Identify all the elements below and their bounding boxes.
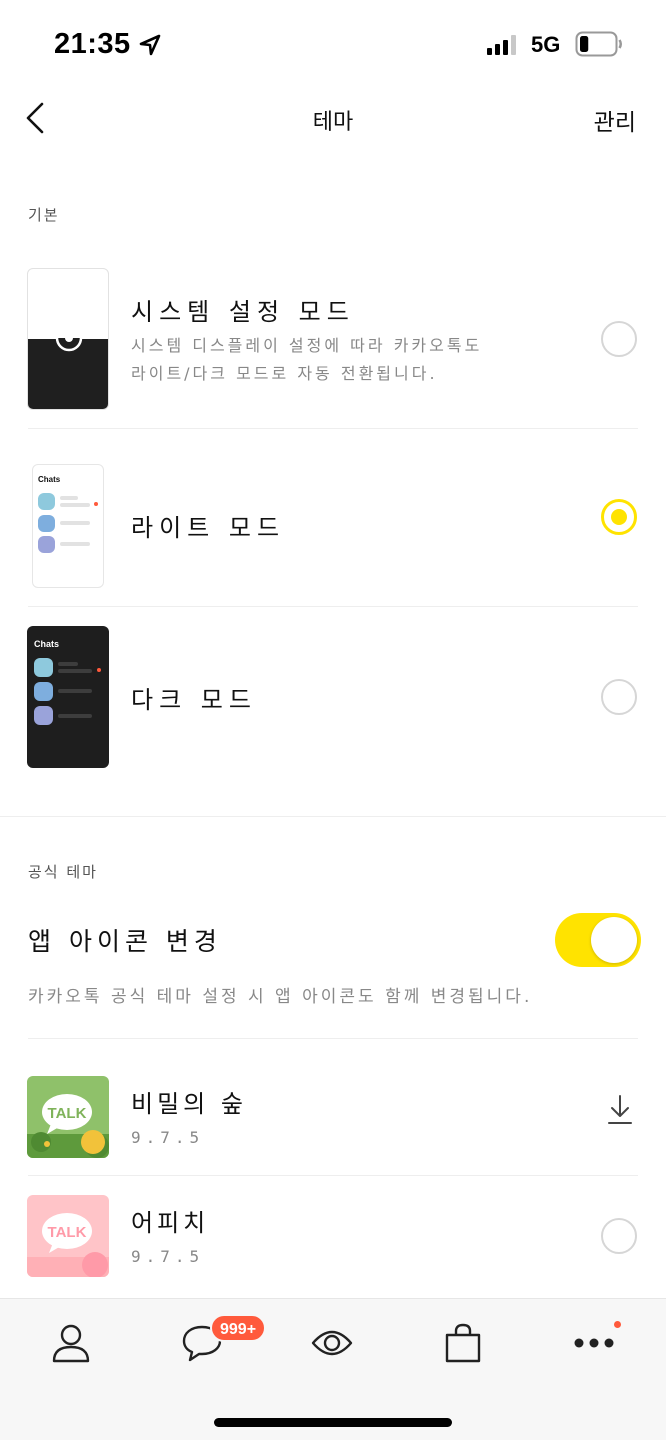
divider <box>28 1175 638 1176</box>
secret-forest-theme-thumbnail: TALK <box>27 1076 109 1158</box>
friends-tab-icon[interactable] <box>49 1321 93 1365</box>
app-icon-toggle-description: 카카오톡 공식 테마 설정 시 앱 아이콘도 함께 변경됩니다. <box>28 987 533 1007</box>
nav-bar: 테마 관리 <box>0 90 666 150</box>
radio-button-selected[interactable] <box>601 499 637 535</box>
tab-bar: 999+ <box>0 1298 666 1440</box>
theme-row-secret-forest[interactable]: TALK 비밀의 숲 9.7.5 <box>0 1076 666 1158</box>
page-title: 테마 <box>312 110 354 135</box>
location-arrow-icon <box>139 34 161 56</box>
status-bar: 21:35 5G <box>0 0 666 90</box>
mode-row-system[interactable]: 시스템 설정 모드 시스템 디스플레이 설정에 따라 카카오톡도 라이트/다크 … <box>0 268 666 428</box>
signal-icon <box>487 35 516 55</box>
radio-button[interactable] <box>601 679 637 715</box>
theme-version: 9.7.5 <box>131 1247 205 1266</box>
half-circle-icon <box>55 324 83 352</box>
mode-description-line-2: 라이트/다크 모드로 자동 전환됩니다. <box>131 364 438 383</box>
theme-version: 9.7.5 <box>131 1128 205 1147</box>
app-icon-toggle-switch[interactable] <box>555 913 641 967</box>
battery-icon <box>575 31 622 57</box>
mode-title: 라이트 모드 <box>131 514 286 542</box>
theme-row-apeach[interactable]: TALK 어피치 9.7.5 <box>0 1195 666 1277</box>
divider <box>28 1038 638 1039</box>
talk-logo-text: TALK <box>48 1224 87 1241</box>
mode-title: 다크 모드 <box>131 686 257 714</box>
manage-button[interactable]: 관리 <box>594 103 636 137</box>
app-icon-toggle-title: 앱 아이콘 변경 <box>28 927 222 956</box>
talk-logo-text: TALK <box>48 1105 87 1122</box>
status-time: 21:35 <box>54 28 131 60</box>
section-divider <box>0 816 666 817</box>
radio-button[interactable] <box>601 321 637 357</box>
apeach-theme-thumbnail: TALK <box>27 1195 109 1277</box>
theme-name: 어피치 <box>131 1209 210 1237</box>
more-notification-dot <box>614 1321 621 1328</box>
mode-row-light[interactable]: Chats 라이트 모드 <box>0 464 666 604</box>
thumbnail-label: Chats <box>34 639 60 649</box>
system-mode-thumbnail <box>27 268 109 410</box>
thumbnail-label: Chats <box>38 475 61 484</box>
mode-row-dark[interactable]: Chats 다크 모드 <box>0 626 666 768</box>
mode-description-line-1: 시스템 디스플레이 설정에 따라 카카오톡도 <box>131 336 483 355</box>
mode-title: 시스템 설정 모드 <box>131 298 355 326</box>
download-icon[interactable] <box>606 1094 634 1126</box>
divider <box>28 606 638 607</box>
shopping-tab-icon[interactable] <box>441 1321 485 1365</box>
home-indicator <box>214 1418 452 1427</box>
light-mode-thumbnail: Chats <box>32 464 104 588</box>
divider <box>28 428 638 429</box>
theme-name: 비밀의 숲 <box>131 1090 247 1118</box>
chat-unread-badge: 999+ <box>210 1314 267 1342</box>
more-tab-icon[interactable] <box>572 1321 616 1365</box>
radio-button[interactable] <box>601 1218 637 1254</box>
dark-mode-thumbnail: Chats <box>27 626 109 768</box>
section-label-official: 공식 테마 <box>28 863 98 881</box>
view-tab-icon[interactable] <box>310 1321 354 1365</box>
network-label: 5G <box>531 32 561 57</box>
section-label-basic: 기본 <box>28 206 60 224</box>
